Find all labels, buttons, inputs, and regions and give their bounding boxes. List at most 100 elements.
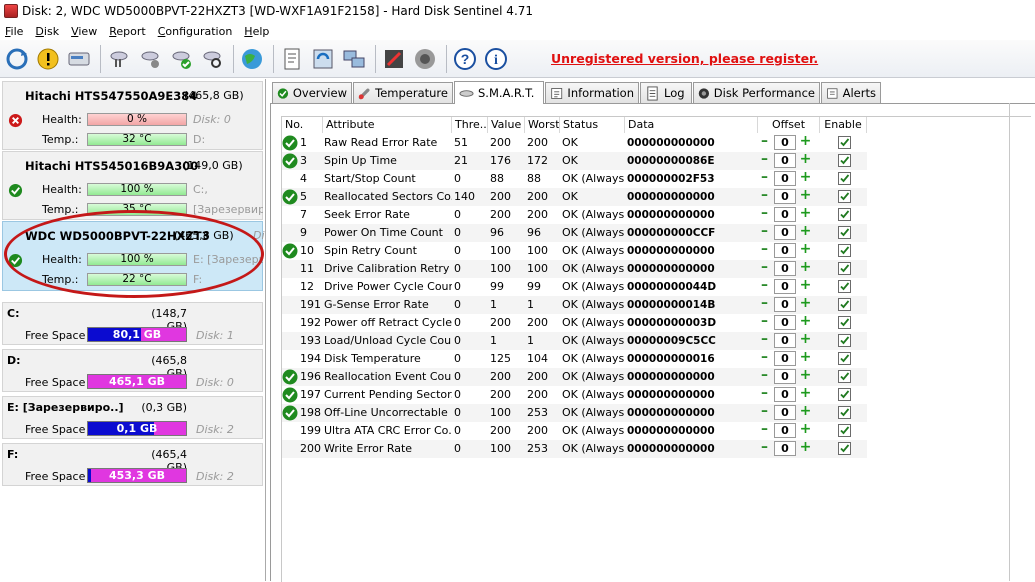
- test-button-4[interactable]: [198, 45, 226, 73]
- col-header-attribute[interactable]: Attribute: [323, 117, 452, 133]
- disk-details-button[interactable]: [65, 45, 93, 73]
- enable-checkbox[interactable]: [838, 316, 851, 329]
- enable-checkbox[interactable]: [838, 442, 851, 455]
- table-row[interactable]: 192 Power off Retract Cycle ... 0 200 200 OK …: [282, 314, 867, 332]
- offset-stepper[interactable]: –0 +: [758, 368, 816, 386]
- col-header-data[interactable]: Data: [625, 117, 758, 133]
- col-header-no[interactable]: No.: [282, 117, 323, 133]
- plus-icon[interactable]: +: [799, 188, 812, 203]
- enable-checkbox[interactable]: [838, 424, 851, 437]
- offset-value[interactable]: 0: [774, 207, 796, 222]
- tab-overview[interactable]: Overview: [272, 82, 352, 103]
- test-button-2[interactable]: [136, 45, 164, 73]
- sound-button[interactable]: [411, 45, 439, 73]
- minus-icon[interactable]: –: [758, 368, 771, 383]
- minus-icon[interactable]: –: [758, 422, 771, 437]
- test-button-3[interactable]: [167, 45, 195, 73]
- table-row[interactable]: 199 Ultra ATA CRC Error Co... 0 200 200 OK (A…: [282, 422, 867, 440]
- menu-configuration[interactable]: Configuration: [155, 25, 242, 38]
- minus-icon[interactable]: –: [758, 224, 771, 239]
- plus-icon[interactable]: +: [799, 368, 812, 383]
- enable-checkbox[interactable]: [838, 244, 851, 257]
- offset-stepper[interactable]: –0 +: [758, 350, 816, 368]
- enable-checkbox[interactable]: [838, 280, 851, 293]
- offset-value[interactable]: 0: [774, 153, 796, 168]
- enable-checkbox[interactable]: [838, 172, 851, 185]
- minus-icon[interactable]: –: [758, 404, 771, 419]
- volume-entry[interactable]: F: (465,4 GB) Free Space 453,3 GB Disk: …: [2, 443, 263, 486]
- offset-value[interactable]: 0: [774, 423, 796, 438]
- minus-icon[interactable]: –: [758, 440, 771, 455]
- plus-icon[interactable]: +: [799, 170, 812, 185]
- enable-checkbox[interactable]: [838, 190, 851, 203]
- enable-checkbox[interactable]: [838, 208, 851, 221]
- plus-icon[interactable]: +: [799, 152, 812, 167]
- offset-stepper[interactable]: –0 +: [758, 404, 816, 422]
- offset-stepper[interactable]: –0 +: [758, 296, 816, 314]
- volume-entry[interactable]: D: (465,8 GB) Free Space 465,1 GB Disk: …: [2, 349, 263, 392]
- offset-stepper[interactable]: –0 +: [758, 278, 816, 296]
- config-button[interactable]: [380, 45, 408, 73]
- enable-checkbox[interactable]: [838, 136, 851, 149]
- plus-icon[interactable]: +: [799, 260, 812, 275]
- tab-log[interactable]: Log: [640, 82, 692, 103]
- volume-entry[interactable]: C: (148,7 GB) Free Space 80,1 GB Disk: 1: [2, 302, 263, 345]
- table-row[interactable]: 191G-Sense Error Rate011OK (Always...000…: [282, 296, 867, 314]
- menu-file[interactable]: File: [2, 25, 32, 38]
- menu-view[interactable]: View: [68, 25, 106, 38]
- offset-stepper[interactable]: –0 +: [758, 152, 816, 170]
- col-header-value[interactable]: Value: [488, 117, 525, 133]
- disk-entry-0[interactable]: Hitachi HTS547550A9E384 (465,8 GB) Healt…: [2, 81, 263, 150]
- menu-report[interactable]: Report: [106, 25, 154, 38]
- offset-value[interactable]: 0: [774, 441, 796, 456]
- enable-checkbox[interactable]: [838, 370, 851, 383]
- plus-icon[interactable]: +: [799, 242, 812, 257]
- offset-stepper[interactable]: –0 +: [758, 386, 816, 404]
- help-button[interactable]: ?: [451, 45, 479, 73]
- table-row[interactable]: 4Start/Stop Count08888OK (Always...00000…: [282, 170, 867, 188]
- minus-icon[interactable]: –: [758, 134, 771, 149]
- offset-value[interactable]: 0: [774, 171, 796, 186]
- offset-value[interactable]: 0: [774, 189, 796, 204]
- plus-icon[interactable]: +: [799, 134, 812, 149]
- offset-value[interactable]: 0: [774, 261, 796, 276]
- offset-stepper[interactable]: –0 +: [758, 440, 816, 458]
- tab-information[interactable]: Information: [545, 82, 639, 103]
- enable-checkbox[interactable]: [838, 334, 851, 347]
- offset-value[interactable]: 0: [774, 315, 796, 330]
- tab-smart[interactable]: S.M.A.R.T.: [454, 81, 544, 104]
- about-button[interactable]: i: [482, 45, 510, 73]
- offset-value[interactable]: 0: [774, 225, 796, 240]
- enable-checkbox[interactable]: [838, 388, 851, 401]
- minus-icon[interactable]: –: [758, 152, 771, 167]
- offset-value[interactable]: 0: [774, 387, 796, 402]
- minus-icon[interactable]: –: [758, 278, 771, 293]
- enable-checkbox[interactable]: [838, 298, 851, 311]
- report-button[interactable]: [278, 45, 306, 73]
- minus-icon[interactable]: –: [758, 170, 771, 185]
- offset-value[interactable]: 0: [774, 351, 796, 366]
- offset-stepper[interactable]: –0 +: [758, 134, 816, 152]
- volume-entry[interactable]: E: [Зарезервиро..] (0,3 GB) Free Space 0…: [2, 396, 263, 439]
- offset-stepper[interactable]: –0 +: [758, 332, 816, 350]
- offset-value[interactable]: 0: [774, 333, 796, 348]
- minus-icon[interactable]: –: [758, 386, 771, 401]
- table-row[interactable]: 194Disk Temperature0125104OK (Always...0…: [282, 350, 867, 368]
- offset-value[interactable]: 0: [774, 279, 796, 294]
- table-row[interactable]: 1 Raw Read Error Rate 51 200 200 OK 0000000000…: [282, 134, 867, 152]
- offset-stepper[interactable]: –0 +: [758, 170, 816, 188]
- alert-button[interactable]: [34, 45, 62, 73]
- minus-icon[interactable]: –: [758, 350, 771, 365]
- offset-value[interactable]: 0: [774, 369, 796, 384]
- minus-icon[interactable]: –: [758, 242, 771, 257]
- plus-icon[interactable]: +: [799, 224, 812, 239]
- refresh-button[interactable]: [3, 45, 31, 73]
- table-row[interactable]: 7Seek Error Rate0200200OK (Always...0000…: [282, 206, 867, 224]
- offset-stepper[interactable]: –0 +: [758, 242, 816, 260]
- minus-icon[interactable]: –: [758, 332, 771, 347]
- table-row[interactable]: 3 Spin Up Time 21 176 172 OK 00000000086E –0 +: [282, 152, 867, 170]
- col-header-offset[interactable]: Offset: [758, 117, 820, 133]
- table-row[interactable]: 193 Load/Unload Cycle Cou... 0 1 1 OK (Always…: [282, 332, 867, 350]
- col-header-status[interactable]: Status: [560, 117, 625, 133]
- offset-stepper[interactable]: –0 +: [758, 260, 816, 278]
